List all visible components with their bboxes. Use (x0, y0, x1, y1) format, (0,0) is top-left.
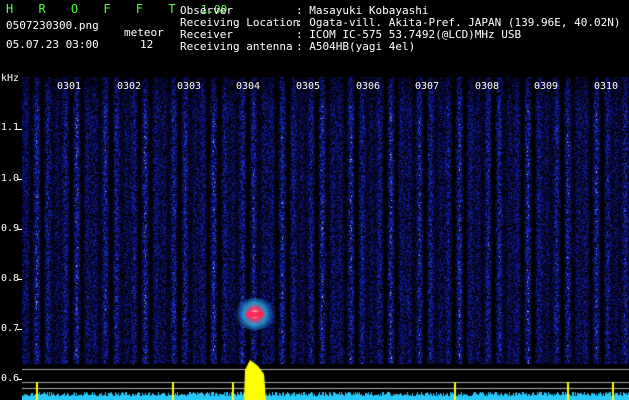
spectrogram-canvas (22, 77, 629, 400)
x-tick-label: 0310 (594, 81, 619, 92)
y-tick-mark (17, 279, 22, 280)
y-axis-unit: kHz (1, 73, 20, 84)
x-tick-label: 0304 (236, 81, 261, 92)
y-tick-label: 1.1 (1, 122, 20, 133)
x-tick-label: 0303 (177, 81, 202, 92)
header-panel: H R O F F T 1.00 0507230300.png meteor 0… (0, 0, 629, 72)
file-name: 0507230300.png (6, 19, 99, 32)
x-tick-label: 0302 (117, 81, 142, 92)
y-tick-mark (17, 179, 22, 180)
y-tick-mark (17, 229, 22, 230)
y-tick-mark (17, 129, 22, 130)
x-tick-label: 0307 (415, 81, 440, 92)
x-tick-label: 0308 (475, 81, 500, 92)
y-tick-mark (17, 329, 22, 330)
spectrogram (22, 77, 629, 400)
antenna-label: Receiving antenna (180, 40, 293, 53)
antenna-value: : A504HB(yagi 4el) (296, 40, 416, 53)
x-tick-label: 0309 (534, 81, 559, 92)
y-tick-mark (17, 379, 22, 380)
x-tick-label: 0301 (57, 81, 82, 92)
x-tick-label: 0306 (356, 81, 381, 92)
date-time: 05.07.23 03:00 (6, 38, 99, 51)
meteor-count: 12 (140, 38, 154, 51)
x-tick-label: 0305 (296, 81, 321, 92)
